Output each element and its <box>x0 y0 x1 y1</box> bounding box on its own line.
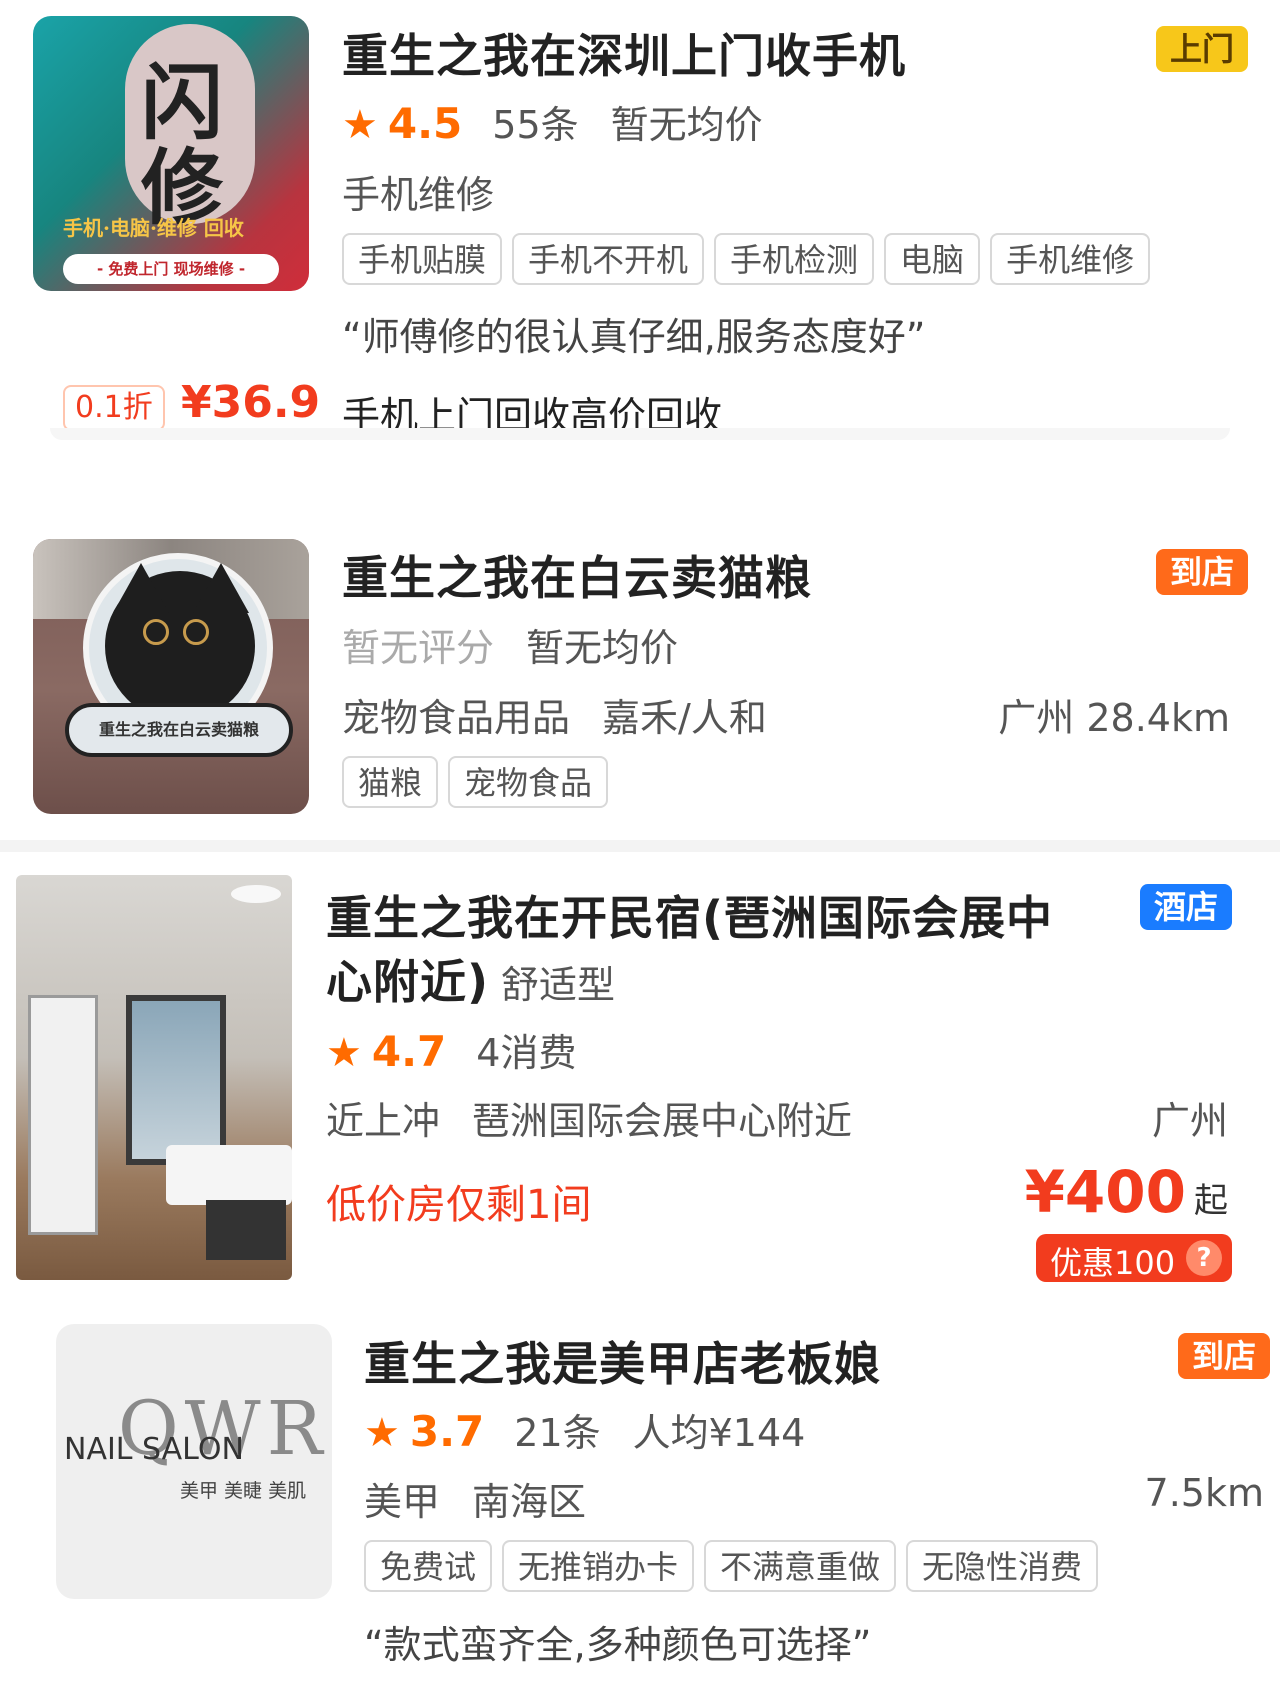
shop-thumbnail[interactable]: 闪 修 手机·电脑·维修 回收 - 免费上门 现场维修 - <box>33 16 309 291</box>
cat-ear-left <box>113 563 169 613</box>
star-icon: ★ <box>342 102 378 148</box>
category-row: 美甲 南海区 <box>364 1471 586 1526</box>
tag[interactable]: 不满意重做 <box>704 1540 897 1592</box>
star-icon: ★ <box>326 1030 362 1076</box>
thumb-sign-text: 重生之我在白云卖猫粮 <box>65 703 293 757</box>
whiteboard <box>28 995 98 1235</box>
window <box>126 995 226 1165</box>
review-count: 21条 <box>514 1411 601 1455</box>
cat-eye-left <box>143 619 169 645</box>
cat-ear-right <box>193 563 249 613</box>
no-rating-label: 暂无评分 <box>342 626 495 670</box>
tag-list: 手机贴膜 手机不开机 手机检测 电脑 手机维修 <box>342 233 1160 285</box>
tag[interactable]: 无推销办卡 <box>502 1540 695 1592</box>
thumb-line-2: - 免费上门 现场维修 - <box>63 254 279 284</box>
hotel-title-line-2[interactable]: 心附近) <box>326 955 489 1009</box>
tag[interactable]: 手机不开机 <box>512 233 705 285</box>
price-suffix: 起 <box>1194 1181 1228 1221</box>
city-label: 广州 <box>1151 1099 1228 1143</box>
section-divider <box>0 840 1280 852</box>
deal-discount-badge: 0.1折 <box>63 385 165 431</box>
consume-count: 4消费 <box>476 1031 577 1075</box>
hotel-type: 舒适型 <box>501 963 616 1007</box>
tag-list: 免费试 无推销办卡 不满意重做 无隐性消费 <box>364 1540 1108 1592</box>
rating-row: 暂无评分 暂无均价 <box>342 617 678 672</box>
shop-title[interactable]: 重生之我在深圳上门收手机 <box>342 20 906 86</box>
deal-shadow <box>50 428 1230 440</box>
area-label: 南海区 <box>472 1480 587 1524</box>
discount-tag[interactable]: 优惠100 ? <box>1036 1234 1232 1282</box>
tag[interactable]: 手机贴膜 <box>342 233 503 285</box>
category-label: 美甲 <box>364 1480 441 1524</box>
category-label: 手机维修 <box>342 173 495 217</box>
help-icon[interactable]: ? <box>1186 1240 1222 1276</box>
thumb-line-1: 手机·电脑·维修 回收 <box>63 216 244 240</box>
promo-text: 低价房仅剩1间 <box>326 1182 592 1228</box>
landmark-label: 琶洲国际会展中心附近 <box>472 1099 853 1143</box>
deal-price: ¥36.9 <box>181 377 321 428</box>
hotel-title-line-2-row: 心附近) 舒适型 <box>326 946 615 1012</box>
rating-row: ★ 4.7 4消费 <box>326 1022 576 1077</box>
avg-price: 暂无均价 <box>526 626 679 670</box>
service-badge: 酒店 <box>1140 884 1233 930</box>
rating-row: ★ 3.7 21条 人均¥144 <box>364 1402 805 1457</box>
ceiling-light <box>231 885 281 903</box>
service-badge: 到店 <box>1178 1333 1271 1379</box>
tag[interactable]: 手机检测 <box>714 233 875 285</box>
price-block: ¥400 起 <box>1025 1158 1228 1226</box>
star-icon: ★ <box>364 1410 400 1456</box>
service-badge: 上门 <box>1156 26 1249 72</box>
rating-score: 4.7 <box>371 1027 447 1076</box>
tag[interactable]: 免费试 <box>364 1540 493 1592</box>
tag-list: 猫粮 宠物食品 <box>342 756 618 808</box>
hotel-price: ¥400 <box>1024 1158 1186 1226</box>
tag[interactable]: 猫粮 <box>342 756 439 808</box>
shop-thumbnail[interactable]: 重生之我在白云卖猫粮 <box>33 539 309 814</box>
hotel-title-line-1[interactable]: 重生之我在开民宿(琶洲国际会展中 <box>326 882 1053 948</box>
hotel-thumbnail[interactable] <box>16 875 292 1280</box>
category-row: 宠物食品用品 嘉禾/人和 <box>342 687 767 742</box>
thumb-subtitle: 美甲 美睫 美肌 <box>180 1480 307 1502</box>
review-count: 55条 <box>492 103 579 147</box>
review-quote: “师傅修的很认真仔细,服务态度好” <box>342 315 926 359</box>
rating-score: 4.5 <box>387 99 463 148</box>
review-quote: “款式蛮齐全,多种颜色可选择” <box>364 1623 872 1667</box>
service-badge: 到店 <box>1156 549 1249 595</box>
tag[interactable]: 手机维修 <box>990 233 1151 285</box>
shop-title[interactable]: 重生之我在白云卖猫粮 <box>342 542 812 608</box>
avg-price: 暂无均价 <box>610 103 763 147</box>
cat-eye-right <box>183 619 209 645</box>
distance-label: 7.5km <box>1144 1471 1264 1515</box>
tag[interactable]: 宠物食品 <box>448 756 609 808</box>
tag[interactable]: 电脑 <box>884 233 981 285</box>
category-label: 宠物食品用品 <box>342 696 571 740</box>
shop-thumbnail[interactable]: QWR NAIL SALON 美甲 美睫 美肌 <box>56 1324 332 1599</box>
rating-row: ★ 4.5 55条 暂无均价 <box>342 94 763 149</box>
discount-text: 优惠100 <box>1050 1244 1176 1282</box>
desk <box>206 1200 286 1260</box>
rating-score: 3.7 <box>409 1407 485 1456</box>
shop-title[interactable]: 重生之我是美甲店老板娘 <box>364 1328 881 1394</box>
area-row: 近上冲 琶洲国际会展中心附近 <box>326 1090 852 1145</box>
nail-salon-text: NAIL SALON <box>64 1432 244 1467</box>
bed <box>166 1145 292 1205</box>
area-label: 近上冲 <box>326 1099 441 1143</box>
avg-price: 人均¥144 <box>632 1411 806 1455</box>
tag[interactable]: 无隐性消费 <box>906 1540 1099 1592</box>
area-label: 嘉禾/人和 <box>602 696 767 740</box>
distance-label: 广州 28.4km <box>998 696 1230 740</box>
